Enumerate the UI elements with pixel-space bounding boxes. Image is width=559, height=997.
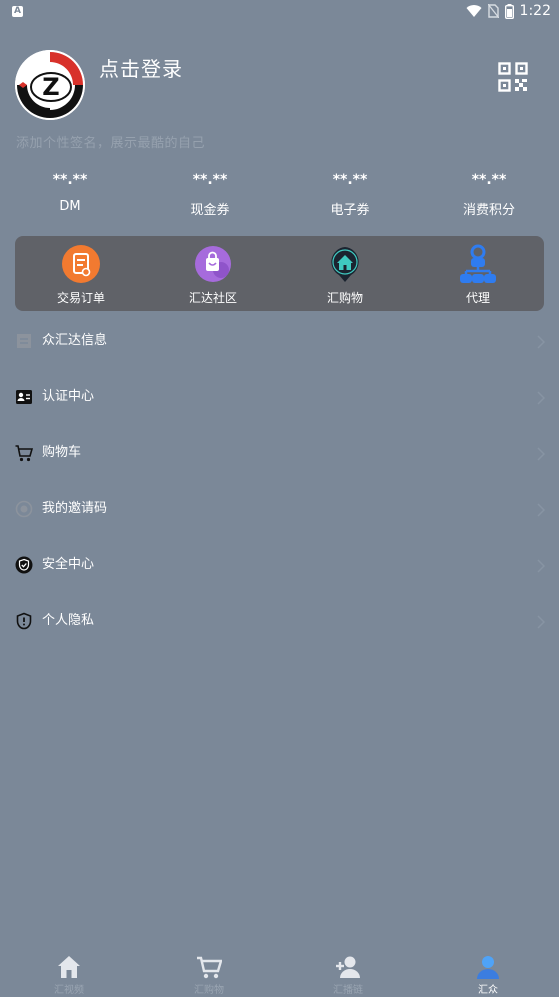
id-card-icon — [15, 388, 33, 406]
menu-item-label: 我的邀请码 — [42, 501, 108, 516]
no-sim-icon — [487, 4, 499, 18]
stat-dm[interactable]: **.** DM — [0, 170, 140, 214]
tab-label: 汇购物 — [194, 985, 224, 996]
home-icon — [56, 954, 82, 980]
notification-icon: A — [12, 6, 23, 17]
menu-item-privacy[interactable]: 个人隐私 — [0, 593, 559, 649]
stat-label: 现金券 — [190, 203, 230, 218]
quick-action-label: 代理 — [465, 291, 490, 305]
quick-action-community[interactable]: 汇达社区 — [147, 244, 279, 306]
add-user-icon — [335, 954, 361, 980]
tab-label: 汇播链 — [333, 985, 363, 996]
tab-video[interactable]: 汇视频 — [34, 954, 104, 996]
menu-item-label: 安全中心 — [42, 557, 95, 572]
cart-icon — [196, 954, 223, 980]
quick-action-agent[interactable]: 代理 — [412, 244, 544, 306]
menu-item-label: 购物车 — [42, 445, 82, 460]
quick-action-label: 汇达社区 — [188, 291, 237, 305]
chevron-right-icon — [537, 390, 546, 405]
community-bag-icon — [193, 244, 233, 284]
menu-item-label: 认证中心 — [42, 389, 95, 404]
tab-shopping[interactable]: 汇购物 — [174, 954, 244, 996]
order-icon — [61, 244, 101, 284]
stat-label: 消费积分 — [462, 203, 515, 218]
menu-item-info[interactable]: 众汇达信息 — [0, 313, 559, 369]
agent-network-icon — [458, 244, 498, 284]
cart-icon — [15, 444, 34, 462]
login-link[interactable]: 点击登录 — [99, 53, 183, 82]
menu-item-certification[interactable]: 认证中心 — [0, 369, 559, 425]
shop-home-icon — [325, 244, 365, 284]
stat-label: DM — [59, 199, 81, 214]
stat-value: **.** — [52, 172, 88, 188]
stat-value: **.** — [332, 172, 368, 188]
quick-action-shop[interactable]: 汇购物 — [279, 244, 411, 306]
balance-stats: **.** DM **.** 现金券 **.** 电子券 **.** 消费积分 — [0, 170, 559, 220]
status-bar: A 1:22 — [0, 0, 559, 26]
stat-value: **.** — [471, 172, 507, 188]
privacy-shield-icon — [15, 612, 33, 630]
chevron-right-icon — [537, 558, 546, 573]
avatar-letter: Z — [42, 73, 59, 101]
settings-menu: 众汇达信息 认证中心 购物车 我的邀请码 安全中心 个人隐私 — [0, 313, 559, 649]
user-icon — [475, 954, 501, 980]
menu-item-cart[interactable]: 购物车 — [0, 425, 559, 481]
wifi-icon — [466, 4, 482, 18]
stat-value: **.** — [192, 172, 228, 188]
qr-code-icon[interactable] — [498, 62, 528, 92]
stat-label: 电子券 — [330, 203, 370, 218]
tab-label: 汇视频 — [54, 985, 84, 996]
menu-item-invite-code[interactable]: 我的邀请码 — [0, 481, 559, 537]
menu-item-label: 众汇达信息 — [42, 333, 108, 348]
chevron-right-icon — [537, 334, 546, 349]
tab-community[interactable]: 汇众 — [453, 954, 523, 996]
tab-broadcast-chain[interactable]: 汇播链 — [313, 954, 383, 996]
quick-action-label: 交易订单 — [56, 291, 105, 305]
quick-action-orders[interactable]: 交易订单 — [15, 244, 147, 306]
avatar[interactable]: Z — [15, 50, 85, 120]
profile-header: Z 点击登录 — [0, 50, 559, 130]
invite-code-icon — [15, 500, 33, 518]
signature-placeholder[interactable]: 添加个性签名，展示最酷的自己 — [16, 132, 205, 151]
quick-action-label: 汇购物 — [326, 291, 363, 305]
status-time: 1:22 — [519, 3, 551, 19]
menu-item-label: 个人隐私 — [42, 613, 95, 628]
security-check-icon — [15, 556, 33, 574]
stat-e-coupon[interactable]: **.** 电子券 — [280, 170, 420, 218]
quick-actions-panel: 交易订单 汇达社区 汇购物 代理 — [15, 236, 544, 311]
battery-icon — [504, 3, 514, 19]
menu-item-security[interactable]: 安全中心 — [0, 537, 559, 593]
chevron-right-icon — [537, 502, 546, 517]
stat-points[interactable]: **.** 消费积分 — [419, 170, 559, 218]
stat-cash-coupon[interactable]: **.** 现金券 — [140, 170, 280, 218]
chevron-right-icon — [537, 614, 546, 629]
chevron-right-icon — [537, 446, 546, 461]
tab-label: 汇众 — [478, 985, 498, 996]
bottom-tab-bar: 汇视频 汇购物 汇播链 汇众 — [0, 950, 559, 997]
info-icon — [15, 332, 33, 350]
